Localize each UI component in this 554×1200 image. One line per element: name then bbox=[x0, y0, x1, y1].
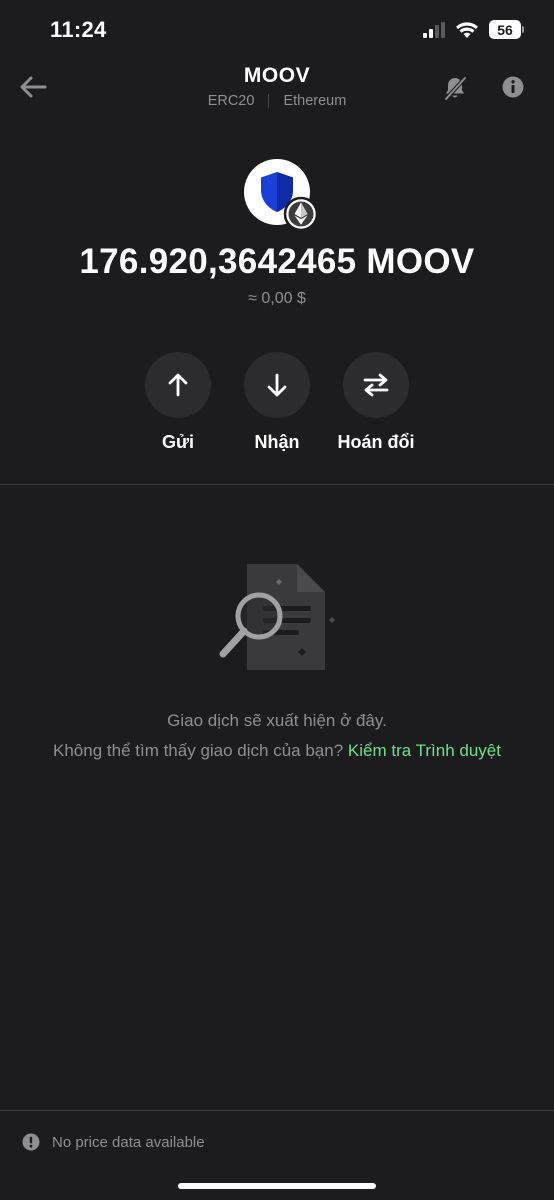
status-indicators: 56 bbox=[423, 20, 524, 39]
home-indicator[interactable] bbox=[178, 1183, 376, 1189]
empty-state-message: Giao dịch sẽ xuất hiện ở đây. bbox=[167, 711, 387, 730]
price-data-notice: No price data available bbox=[22, 1133, 205, 1151]
token-standard: ERC20 bbox=[207, 93, 255, 109]
separator bbox=[268, 94, 270, 108]
token-network: Ethereum bbox=[283, 93, 347, 109]
empty-state-question: Không thể tìm thấy giao dịch của bạn? bbox=[53, 741, 344, 760]
header: MOOV ERC20 Ethereum bbox=[0, 58, 554, 118]
swap-circle[interactable] bbox=[343, 352, 409, 418]
token-detail-screen: 11:24 56 MOOV ERC20 Ethereum 176.920,364… bbox=[0, 0, 554, 1200]
empty-state-illustration bbox=[215, 562, 340, 677]
battery-tip bbox=[522, 26, 524, 33]
action-buttons: Gửi Nhận Hoán đổi bbox=[0, 352, 554, 462]
token-balance: 176.920,3642465 MOOV bbox=[79, 242, 475, 281]
arrow-up-icon bbox=[168, 373, 188, 397]
status-time: 11:24 bbox=[50, 17, 107, 42]
battery-icon: 56 bbox=[489, 20, 524, 39]
footer-divider bbox=[0, 1110, 554, 1111]
signal-icon bbox=[423, 21, 445, 38]
info-button[interactable] bbox=[501, 75, 525, 99]
arrow-down-icon bbox=[267, 373, 287, 397]
trust-shield-icon bbox=[244, 159, 319, 232]
wifi-icon bbox=[456, 21, 478, 38]
send-label: Gửi bbox=[161, 432, 195, 452]
token-network-info: ERC20 Ethereum bbox=[0, 93, 554, 109]
empty-state-help: Không thể tìm thấy giao dịch của bạn? Ki… bbox=[0, 741, 554, 761]
price-data-text: No price data available bbox=[52, 1133, 205, 1151]
document-search-icon bbox=[219, 564, 335, 670]
info-icon bbox=[502, 76, 524, 98]
receive-circle[interactable] bbox=[244, 352, 310, 418]
swap-icon bbox=[363, 373, 389, 397]
swap-label: Hoán đổi bbox=[337, 432, 415, 452]
bell-off-icon bbox=[444, 76, 467, 101]
section-divider bbox=[0, 484, 554, 485]
battery-level: 56 bbox=[489, 20, 521, 39]
check-explorer-link[interactable]: Kiểm tra Trình duyệt bbox=[348, 741, 501, 760]
receive-label: Nhận bbox=[254, 432, 300, 452]
price-alert-button[interactable] bbox=[442, 75, 468, 101]
swap-button[interactable]: Hoán đổi bbox=[321, 352, 431, 453]
send-circle[interactable] bbox=[145, 352, 211, 418]
receive-button[interactable]: Nhận bbox=[222, 352, 332, 453]
page-title: MOOV bbox=[243, 64, 311, 87]
send-button[interactable]: Gửi bbox=[123, 352, 233, 453]
fiat-value: ≈ 0,00 $ bbox=[248, 290, 306, 307]
status-bar: 11:24 56 bbox=[0, 0, 554, 60]
token-logo bbox=[243, 158, 319, 234]
exclamation-circle-icon bbox=[22, 1133, 40, 1151]
